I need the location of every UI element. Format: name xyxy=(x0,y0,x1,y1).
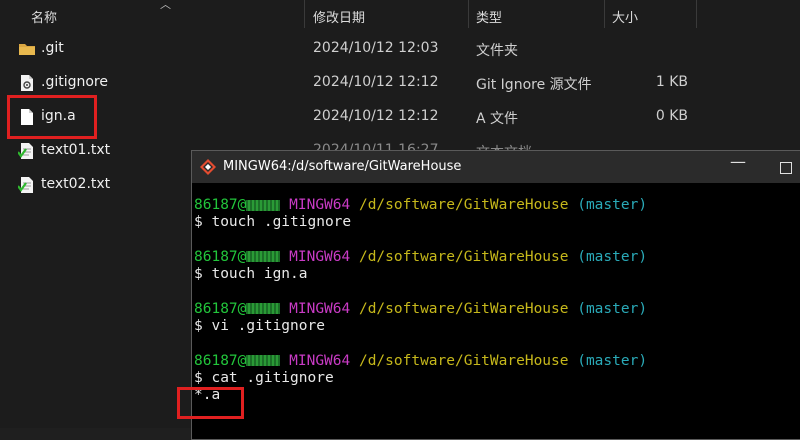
prompt-line: 86187@ MINGW64 /d/software/GitWareHouse … xyxy=(194,249,647,266)
folder-icon xyxy=(19,44,35,55)
text-file-icon xyxy=(18,143,33,159)
text-file-icon xyxy=(18,177,33,193)
prompt-branch: (master) xyxy=(577,248,648,265)
prompt-branch: (master) xyxy=(577,300,648,317)
column-divider[interactable] xyxy=(604,0,605,28)
prompt-path: /d/software/GitWareHouse xyxy=(358,352,569,369)
file-row-git[interactable]: .git 2024/10/12 12:03 文件夹 xyxy=(0,32,800,66)
file-name: .gitignore xyxy=(41,74,108,90)
file-row-ign-a[interactable]: ign.a 2024/10/12 12:12 A 文件 0 KB xyxy=(0,100,800,134)
prompt-env: MINGW64 xyxy=(289,300,351,317)
redacted-hostname xyxy=(246,303,281,315)
command-line: $ touch ign.a xyxy=(194,266,308,283)
command-line: $ vi .gitignore xyxy=(194,318,325,335)
file-size: 0 KB xyxy=(655,108,688,124)
prompt-path: /d/software/GitWareHouse xyxy=(358,300,569,317)
prompt-line: 86187@ MINGW64 /d/software/GitWareHouse … xyxy=(194,353,647,370)
terminal-window[interactable]: MINGW64:/d/software/GitWareHouse — 86187… xyxy=(177,150,800,440)
file-row-gitignore[interactable]: .gitignore 2024/10/12 12:12 Git Ignore 源… xyxy=(0,66,800,100)
column-type[interactable]: 类型 xyxy=(476,7,502,26)
highlight-box xyxy=(7,95,97,139)
terminal-titlebar[interactable]: MINGW64:/d/software/GitWareHouse — xyxy=(192,151,800,183)
file-name: .git xyxy=(41,40,64,56)
command-line: $ touch .gitignore xyxy=(194,214,352,231)
prompt-user: 86187@ xyxy=(194,352,247,369)
command-output: *.a xyxy=(194,387,221,404)
prompt-path: /d/software/GitWareHouse xyxy=(358,248,569,265)
column-header-bar: 名称 ︿ 修改日期 类型 大小 xyxy=(0,0,800,30)
prompt-env: MINGW64 xyxy=(289,197,351,213)
file-date: 2024/10/12 12:12 xyxy=(313,108,439,124)
prompt-line: 86187@ MINGW64 /d/software/GitWareHouse … xyxy=(194,197,647,214)
terminal-output[interactable]: 86187@ MINGW64 /d/software/GitWareHouse … xyxy=(194,197,647,405)
prompt-user: 86187@ xyxy=(194,197,247,213)
column-modified[interactable]: 修改日期 xyxy=(313,7,365,26)
file-size: 1 KB xyxy=(655,74,688,90)
column-divider[interactable] xyxy=(696,0,697,28)
column-divider[interactable] xyxy=(304,0,305,28)
highlight-box xyxy=(177,387,244,419)
gitignore-file-icon xyxy=(21,75,33,91)
prompt-user: 86187@ xyxy=(194,248,247,265)
minimize-icon[interactable]: — xyxy=(730,152,746,171)
redacted-hostname xyxy=(246,355,281,367)
prompt-env: MINGW64 xyxy=(289,248,351,265)
file-date: 2024/10/12 12:12 xyxy=(313,74,439,90)
prompt-env: MINGW64 xyxy=(289,352,351,369)
file-name: text02.txt xyxy=(41,176,111,192)
terminal-title: MINGW64:/d/software/GitWareHouse xyxy=(223,159,462,174)
prompt-user: 86187@ xyxy=(194,300,247,317)
sort-up-icon: ︿ xyxy=(160,0,171,11)
prompt-branch: (master) xyxy=(577,352,648,369)
column-name[interactable]: 名称 xyxy=(31,7,57,26)
maximize-icon[interactable] xyxy=(780,162,792,174)
command-line: $ cat .gitignore xyxy=(194,369,334,386)
redacted-hostname xyxy=(246,251,281,263)
file-date: 2024/10/12 12:03 xyxy=(313,40,439,56)
prompt-branch: (master) xyxy=(577,197,648,213)
redacted-hostname xyxy=(246,199,281,211)
file-name: text01.txt xyxy=(41,142,111,158)
file-type: 文件夹 xyxy=(476,43,518,59)
file-type: A 文件 xyxy=(476,111,519,127)
git-bash-icon xyxy=(200,159,216,175)
column-size[interactable]: 大小 xyxy=(612,7,638,26)
prompt-line: 86187@ MINGW64 /d/software/GitWareHouse … xyxy=(194,301,647,318)
file-type: Git Ignore 源文件 xyxy=(476,77,592,93)
prompt-path: /d/software/GitWareHouse xyxy=(358,197,569,213)
column-divider[interactable] xyxy=(468,0,469,28)
